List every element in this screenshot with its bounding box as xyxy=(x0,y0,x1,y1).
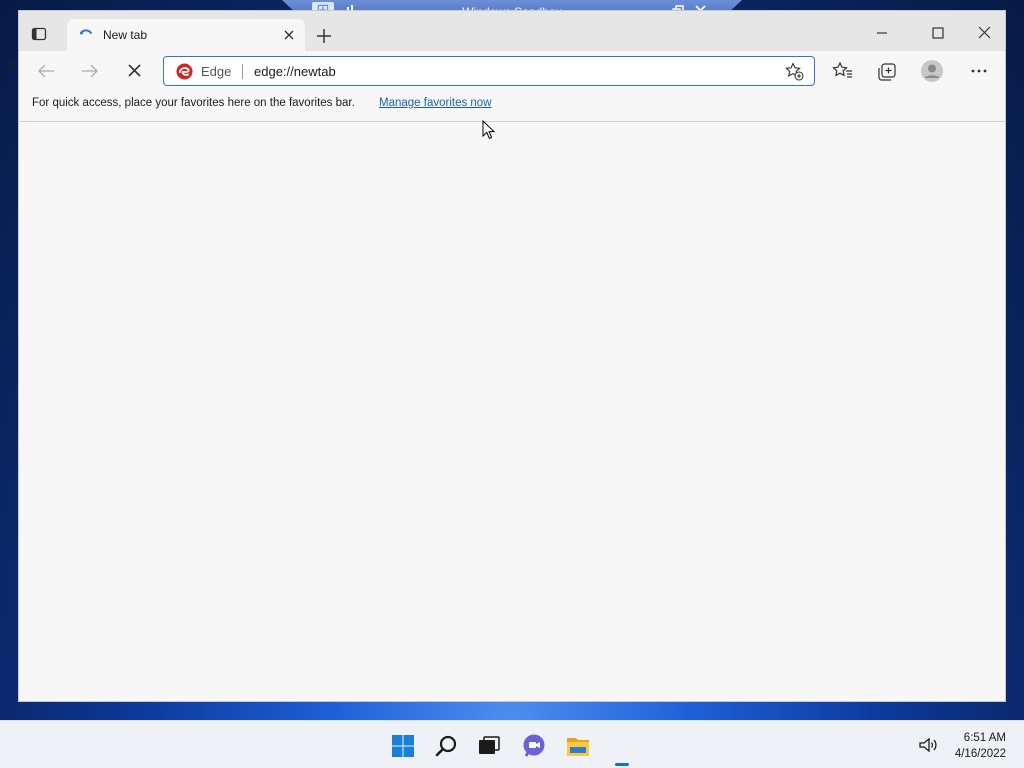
edge-browser-window: New tab Edge edge://newtab For quick acc… xyxy=(18,10,1006,702)
loading-spinner-icon xyxy=(80,29,92,35)
clock-time: 6:51 AM xyxy=(963,732,1006,744)
volume-icon[interactable] xyxy=(918,736,938,754)
window-maximize-button[interactable] xyxy=(927,23,949,43)
new-tab-button[interactable] xyxy=(313,25,335,47)
address-separator xyxy=(242,64,243,79)
chat-icon[interactable] xyxy=(521,733,547,759)
browser-toolbar: Edge xyxy=(19,51,1005,91)
tab-title: New tab xyxy=(103,28,148,42)
desktop-edge-text: R xyxy=(9,60,17,72)
forward-arrow-icon[interactable] xyxy=(78,60,102,82)
favorites-icon[interactable] xyxy=(832,60,854,82)
collections-icon[interactable] xyxy=(876,60,898,82)
profile-icon[interactable] xyxy=(920,59,944,83)
favorites-bar-message: For quick access, place your favorites h… xyxy=(32,97,355,109)
back-arrow-icon[interactable] xyxy=(34,60,58,82)
more-icon[interactable] xyxy=(968,60,990,82)
tab-new-tab[interactable]: New tab xyxy=(67,19,305,51)
window-minimize-button[interactable] xyxy=(871,23,893,43)
edge-logo-icon xyxy=(176,63,193,80)
taskbar: 6:51 AM 4/16/2022 xyxy=(0,720,1024,768)
search-icon[interactable] xyxy=(434,733,460,759)
tab-strip: New tab xyxy=(19,11,1005,51)
start-icon[interactable] xyxy=(390,733,416,759)
task-view-icon[interactable] xyxy=(476,733,502,759)
address-bar[interactable]: Edge xyxy=(163,56,815,86)
page-content xyxy=(19,122,1005,701)
site-identity-label: Edge xyxy=(201,64,232,79)
system-clock[interactable]: 6:51 AM 4/16/2022 xyxy=(955,730,1006,762)
tab-actions-icon[interactable] xyxy=(31,26,47,42)
file-explorer-icon[interactable] xyxy=(565,733,591,759)
window-close-button[interactable] xyxy=(973,23,995,43)
active-app-indicator xyxy=(615,763,629,766)
url-input[interactable] xyxy=(254,61,754,81)
stop-icon[interactable] xyxy=(122,60,146,82)
tab-close-icon[interactable] xyxy=(281,27,297,43)
clock-date: 4/16/2022 xyxy=(954,748,1006,760)
favorites-bar: For quick access, place your favorites h… xyxy=(19,91,1005,122)
mouse-cursor-icon xyxy=(482,120,496,140)
edge-taskbar-icon[interactable] xyxy=(609,733,635,759)
manage-favorites-link[interactable]: Manage favorites now xyxy=(379,97,492,109)
add-favorite-icon[interactable] xyxy=(785,62,804,81)
